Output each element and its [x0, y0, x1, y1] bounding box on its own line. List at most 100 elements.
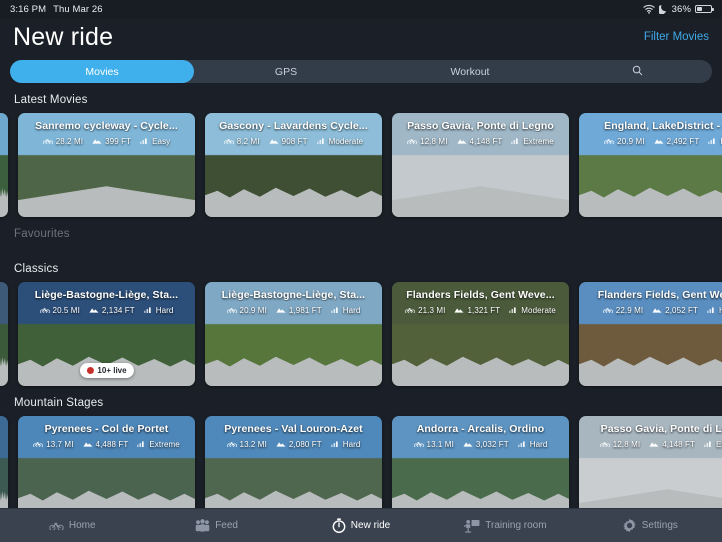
filter-movies-button[interactable]: Filter Movies [644, 31, 709, 43]
card-road-overlay [0, 187, 8, 217]
stat-elevation: 908 FT [269, 137, 308, 146]
gear-icon [622, 518, 637, 533]
bicycle-icon [407, 137, 417, 146]
signal-bars-icon [704, 440, 713, 449]
tab-settings[interactable]: Settings [578, 518, 722, 533]
difficulty-value: Extreme [523, 137, 554, 147]
mountain-icon [276, 306, 286, 315]
mountain-icon [649, 440, 659, 449]
bottom-tab-bar: Home Feed New ride Training room Setting… [0, 508, 722, 542]
tab-label: Settings [641, 520, 678, 531]
tab-training-room[interactable]: Training room [433, 519, 577, 533]
stat-elevation: 1,321 FT [454, 306, 500, 315]
tab-new-ride[interactable]: New ride [289, 518, 433, 533]
movie-card[interactable]: Flanders Fields, Gent Weve 22.9 MI 2,052… [579, 282, 722, 386]
card-stats: 13.1 MI 3,032 FT Hard [392, 440, 569, 449]
distance-value: 12.8 MI [420, 137, 448, 147]
battery-percent: 36% [671, 3, 691, 15]
mountain-icon [463, 440, 473, 449]
mountain-icon [276, 440, 286, 449]
mountain-icon [269, 137, 279, 146]
battery-icon [695, 4, 714, 14]
stat-distance: 13.7 MI [33, 440, 73, 449]
distance-value: 20.9 MI [617, 137, 645, 147]
card-stats: 12.8 MI 4,148 FT Extreme [392, 137, 569, 146]
stopwatch-icon [332, 518, 346, 533]
bicycle-icon [405, 306, 415, 315]
live-badge[interactable]: 10+ live [79, 363, 134, 378]
movie-card[interactable]: Passo Gavia, Ponte di Legno 12.8 MI 4,14… [392, 113, 569, 217]
tab-feed[interactable]: Feed [144, 519, 288, 532]
elevation-value: 2,052 FT [665, 306, 698, 316]
card-title: Liège-Bastogne-Liège, Sta... [221, 289, 366, 301]
card-row[interactable]: Liège-Bastogne-Liège, Sta... 20.5 MI 2,1… [0, 282, 722, 386]
status-bar-left: 3:16 PM Thu Mar 26 [10, 4, 103, 15]
tab-label: New ride [350, 520, 391, 531]
movie-card[interactable]: Passo Gavia, Ponte di Leg 12.8 MI 4,148 … [579, 416, 722, 508]
card-road-overlay [205, 356, 382, 386]
card-row[interactable]: Pyrenees - Col de Portet 13.7 MI 4,488 F… [0, 416, 722, 508]
elevation-value: 3,032 FT [475, 440, 509, 450]
tab-workout[interactable]: Workout [378, 60, 562, 83]
app-root: 3:16 PM Thu Mar 26 36% New ride Filter M… [0, 0, 722, 542]
card-road-overlay [392, 356, 569, 386]
tab-home[interactable]: Home [0, 520, 144, 531]
movie-card[interactable]: Sanremo cycleway - Cycle... 28.2 MI 399 … [18, 113, 195, 217]
stat-difficulty: Extreme [137, 440, 180, 449]
movie-card-partial[interactable] [0, 416, 8, 508]
card-title: Gascony - Lavardens Cycle... [219, 120, 368, 132]
elevation-value: 1,321 FT [467, 306, 501, 316]
difficulty-value: Moderate [328, 137, 364, 147]
stat-difficulty: Har [707, 306, 722, 315]
tab-gps[interactable]: GPS [194, 60, 378, 83]
tab-label: Training room [485, 520, 547, 531]
content-scroll-area[interactable]: Latest Movies Sanremo cycleway - Cycle...… [0, 83, 722, 508]
mode-segmented-control: Movies GPS Workout [10, 60, 712, 83]
card-road-overlay [0, 490, 8, 508]
card-thumbnail [0, 113, 8, 217]
card-row[interactable]: Sanremo cycleway - Cycle... 28.2 MI 399 … [0, 113, 722, 217]
movie-card[interactable]: Pyrenees - Col de Portet 13.7 MI 4,488 F… [18, 416, 195, 508]
movie-card[interactable]: Pyrenees - Val Louron-Azet 13.2 MI 2,080… [205, 416, 382, 508]
stat-difficulty: Extreme [511, 137, 554, 146]
elevation-value: 4,148 FT [662, 440, 696, 450]
difficulty-value: Easy [152, 137, 171, 147]
movie-card[interactable]: Gascony - Lavardens Cycle... 8.2 MI 908 … [205, 113, 382, 217]
card-road-overlay [205, 187, 382, 217]
stat-distance: 13.2 MI [226, 440, 267, 449]
elevation-value: 2,492 FT [666, 137, 700, 147]
stat-distance: 8.2 MI [224, 137, 260, 146]
movie-card[interactable]: Flanders Fields, Gent Weve... 21.3 MI 1,… [392, 282, 569, 386]
elevation-value: 4,148 FT [469, 137, 503, 147]
mountain-icon [456, 137, 467, 146]
card-stats: 8.2 MI 908 FT Moderate [205, 137, 382, 146]
movie-card[interactable]: Andorra - Arcalis, Ordino 13.1 MI 3,032 … [392, 416, 569, 508]
status-bar: 3:16 PM Thu Mar 26 36% [0, 0, 722, 18]
distance-value: 21.3 MI [418, 306, 446, 316]
movie-card[interactable]: Liège-Bastogne-Liège, Sta... 20.5 MI 2,1… [18, 282, 195, 386]
movie-card[interactable]: Liège-Bastogne-Liège, Sta... 20.9 MI 1,9… [205, 282, 382, 386]
movie-card-partial[interactable] [0, 113, 8, 217]
movie-card-partial[interactable] [0, 282, 8, 386]
card-road-overlay [392, 186, 569, 217]
bicycle-icon [39, 306, 50, 315]
tab-movies[interactable]: Movies [10, 60, 194, 83]
stat-distance: 21.3 MI [405, 306, 445, 315]
stat-distance: 12.8 MI [407, 137, 447, 146]
status-bar-right: 36% [643, 3, 714, 15]
stat-difficulty: Hard [143, 306, 174, 315]
live-dot-icon [86, 367, 94, 374]
elevation-value: 399 FT [105, 137, 132, 147]
elevation-value: 1,981 FT [288, 306, 322, 316]
mountain-icon [454, 306, 465, 315]
distance-value: 20.5 MI [52, 306, 80, 316]
card-road-overlay [18, 490, 195, 508]
card-thumbnail [0, 282, 8, 386]
search-segment[interactable] [562, 60, 712, 83]
difficulty-value: Hard [342, 306, 361, 316]
movie-card[interactable]: England, LakeDistrict - B 20.9 MI 2,492 … [579, 113, 722, 217]
section-title-classics: Classics [14, 263, 59, 275]
distance-value: 20.9 MI [239, 306, 267, 316]
card-road-overlay [579, 187, 722, 217]
mountain-icon [653, 137, 664, 146]
